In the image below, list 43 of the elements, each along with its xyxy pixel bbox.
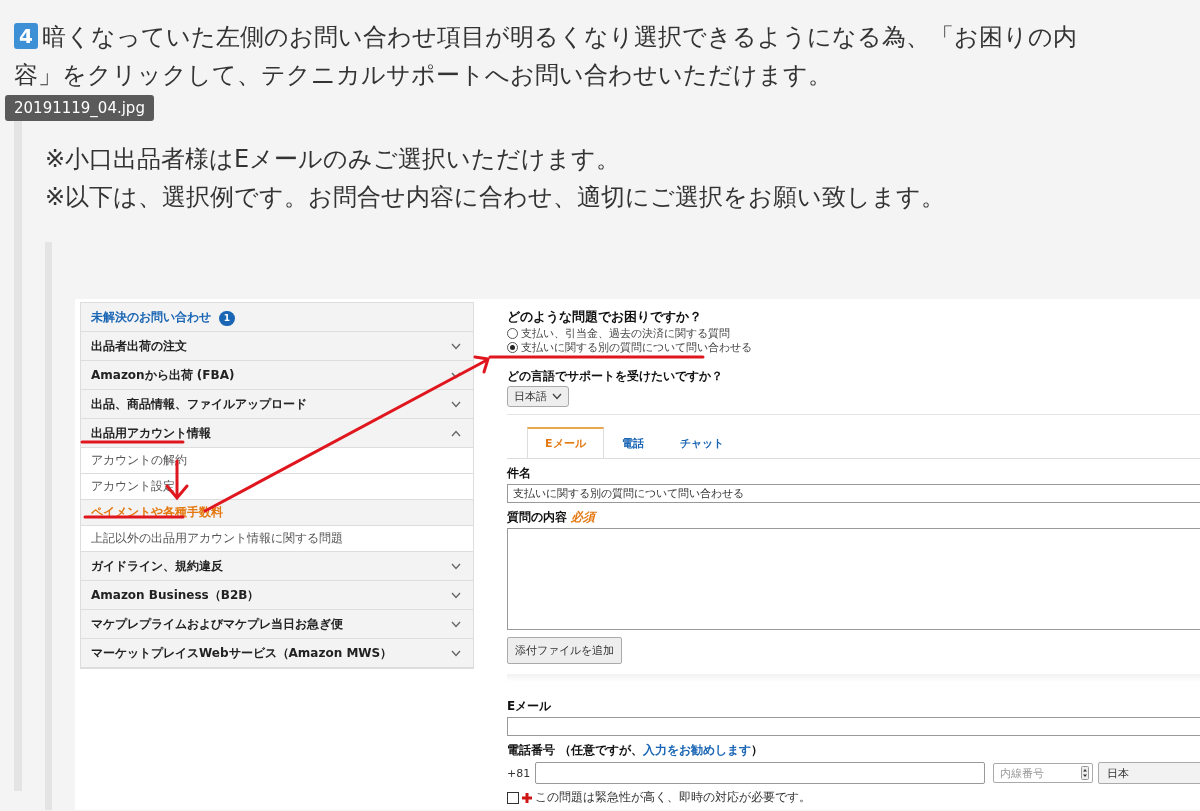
image-filename-tooltip: 20191119_04.jpg	[5, 95, 154, 121]
field-label: どの言語でサポートを受けたいですか？	[507, 368, 724, 385]
chevron-down-icon	[552, 393, 562, 400]
step-paragraph: 4 暗くなっていた左側のお問い合わせ項目が明るくなり選択できるようになる為、「お困りの内容」をクリックして、テクニカルサポートへお問い合わせいただけます。	[14, 22, 1078, 91]
subject-field[interactable]: 支払いに関する別の質問について問い合わせる	[507, 484, 1200, 503]
radio-button[interactable]	[507, 341, 518, 353]
country-dropdown[interactable]: 日本	[1097, 762, 1200, 784]
field-label: 電話番号 （任意ですが、入力をお勧めします）	[507, 742, 765, 759]
field-label: 質問の内容	[507, 510, 567, 524]
step-number-badge: 4	[14, 23, 38, 49]
checkbox[interactable]	[507, 791, 519, 804]
radio-label: 支払いに関する別の質問について問い合わせる	[521, 339, 752, 355]
contact-tab[interactable]: 電話	[603, 427, 662, 458]
open-cases-link[interactable]: 未解決のお問い合わせ	[91, 309, 211, 324]
note-text: ※小口出品者様はEメールのみご選択いただけます。	[45, 144, 622, 175]
language-dropdown[interactable]: 日本語	[507, 386, 569, 407]
question-text-area[interactable]	[507, 528, 1200, 630]
category-label: Amazon Business（B2B）	[91, 586, 260, 604]
field-label: Eメール	[507, 698, 553, 715]
category-label: 出品、商品情報、ファイルアップロード	[91, 395, 307, 413]
category-label: ガイドライン、規約違反	[91, 557, 223, 575]
attach-file-button[interactable]: 添付ファイルを追加	[507, 637, 622, 664]
checkbox-label: この問題は緊急性が高く、即時の対応が必要です。	[535, 789, 811, 806]
radio-label: 支払い、引当金、過去の決済に関する質問	[521, 325, 730, 341]
category-label: 出品用アカウント情報	[91, 424, 211, 442]
stepper-icon	[1080, 766, 1089, 780]
contact-tab[interactable]: チャット	[661, 427, 742, 458]
question-heading: どのような問題でお困りですか？	[507, 308, 703, 326]
email-field[interactable]	[507, 717, 1200, 736]
field-label: 件名	[507, 465, 532, 482]
category-label: マーケットプレイスWebサービス（Amazon MWS）	[91, 644, 393, 662]
category-label: 出品者出荷の注文	[91, 337, 187, 355]
note-text: ※以下は、選択例です。お問合せ内容に合わせ、適切にご選択をお願い致します。	[45, 182, 947, 213]
category-label: マケプレプライムおよびマケプレ当日お急ぎ便	[91, 615, 343, 633]
phone-field[interactable]	[535, 762, 986, 784]
country-code: +81	[507, 766, 531, 780]
recommend-link[interactable]: 入力をお勧めします	[643, 743, 752, 757]
count-badge: 1	[219, 310, 235, 326]
subcategory-item[interactable]: 上記以外の出品用アカウント情報に関する問題	[81, 526, 473, 552]
plus-icon	[522, 792, 532, 803]
required-label: 必須	[571, 510, 595, 524]
category-label: Amazonから出荷 (FBA)	[91, 366, 235, 384]
radio-button[interactable]	[507, 327, 518, 339]
